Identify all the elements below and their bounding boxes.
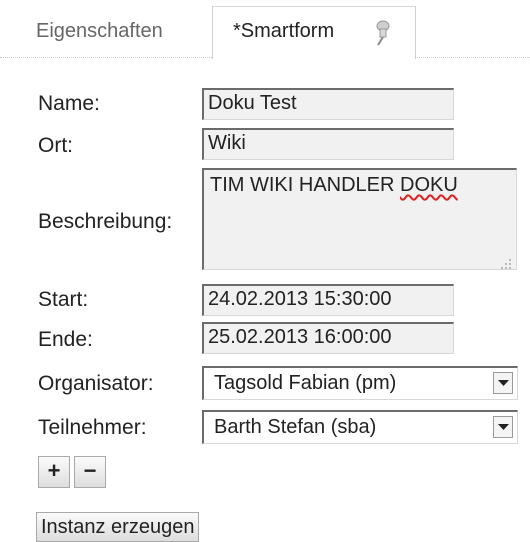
tab-smartform-label: *Smartform bbox=[233, 20, 335, 42]
chevron-down-icon[interactable] bbox=[493, 416, 513, 438]
name-label: Name: bbox=[38, 92, 100, 115]
minus-icon: − bbox=[83, 458, 97, 483]
chevron-down-icon[interactable] bbox=[493, 372, 513, 394]
pushpin-icon[interactable] bbox=[369, 20, 393, 46]
start-label: Start: bbox=[38, 288, 89, 311]
participant-label: Teilnehmer: bbox=[38, 416, 147, 439]
participant-select[interactable]: Barth Stefan (sba) bbox=[202, 410, 518, 444]
organizer-selected-value: Tagsold Fabian (pm) bbox=[214, 372, 397, 394]
start-datetime-input[interactable]: 24.02.2013 15:30:00 bbox=[202, 284, 454, 316]
location-input-value: Wiki bbox=[208, 132, 246, 154]
description-misspelled-word: DOKU bbox=[400, 174, 458, 196]
remove-participant-button[interactable]: − bbox=[74, 456, 106, 488]
name-input-value: Doku Test bbox=[208, 92, 297, 114]
tab-properties-label: Eigenschaften bbox=[36, 20, 163, 42]
resize-grip-icon[interactable] bbox=[500, 253, 512, 269]
description-textarea[interactable]: TIM WIKI HANDLER DOKU bbox=[202, 168, 517, 270]
description-label: Beschreibung: bbox=[38, 210, 173, 233]
end-label: Ende: bbox=[38, 328, 93, 351]
location-label: Ort: bbox=[38, 134, 73, 157]
start-datetime-value: 24.02.2013 15:30:00 bbox=[208, 288, 392, 310]
tab-bar: Eigenschaften *Smartform bbox=[0, 0, 530, 60]
tab-properties[interactable]: Eigenschaften bbox=[36, 20, 163, 66]
description-text: TIM WIKI HANDLER bbox=[210, 174, 401, 196]
organizer-select[interactable]: Tagsold Fabian (pm) bbox=[202, 366, 518, 400]
name-input[interactable]: Doku Test bbox=[202, 88, 454, 120]
tab-smartform[interactable]: *Smartform bbox=[212, 6, 416, 59]
add-participant-button[interactable]: + bbox=[38, 456, 70, 488]
end-datetime-value: 25.02.2013 16:00:00 bbox=[208, 326, 392, 348]
location-input[interactable]: Wiki bbox=[202, 128, 454, 160]
create-instance-label: Instanz erzeugen bbox=[41, 516, 195, 538]
end-datetime-input[interactable]: 25.02.2013 16:00:00 bbox=[202, 322, 454, 354]
create-instance-button[interactable]: Instanz erzeugen bbox=[36, 512, 200, 542]
organizer-label: Organisator: bbox=[38, 372, 154, 395]
participant-selected-value: Barth Stefan (sba) bbox=[214, 416, 377, 438]
plus-icon: + bbox=[47, 458, 61, 483]
